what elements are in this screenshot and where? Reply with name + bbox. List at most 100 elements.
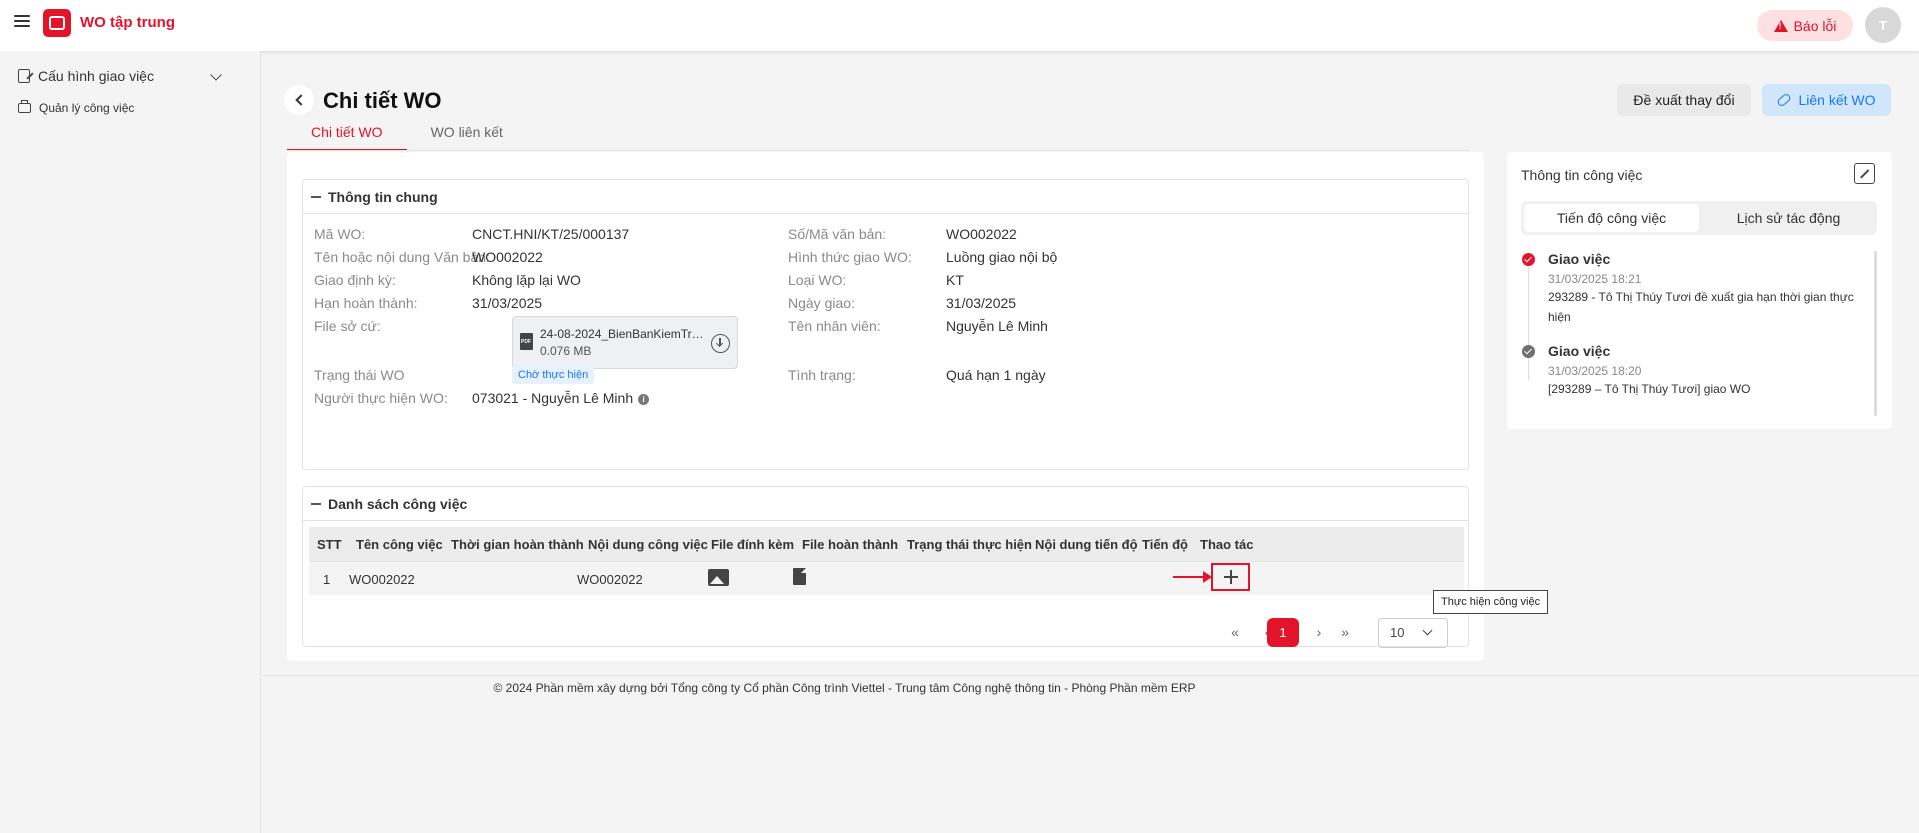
- execute-task-button[interactable]: [1211, 563, 1250, 591]
- page-title: Chi tiết WO: [323, 88, 442, 113]
- column-header: File đính kèm: [711, 537, 795, 552]
- general-info-panel: Thông tin chung Mã WO: CNCT.HNI/KT/25/00…: [302, 179, 1469, 470]
- field-value: 31/03/2025: [946, 295, 1017, 311]
- field-label: Người thực hiện WO:: [314, 390, 448, 406]
- timeline-event-time: 31/03/2025 18:20: [1548, 364, 1642, 378]
- info-icon[interactable]: i: [638, 393, 650, 405]
- page-size-value: 10: [1390, 625, 1405, 640]
- tab-history[interactable]: Lịch sử tác động: [1701, 204, 1876, 232]
- sidebar-item-task-management[interactable]: Quản lý công việc: [18, 100, 135, 115]
- file-name: 24-08-2024_BienBanKiemTra...: [540, 327, 705, 341]
- edit-icon: [18, 69, 30, 83]
- report-error-label: Báo lỗi: [1793, 17, 1837, 34]
- general-info-header[interactable]: Thông tin chung: [303, 180, 1468, 214]
- table-row: 1 WO002022 WO002022: [309, 561, 1464, 595]
- app-title: WO tập trung: [80, 14, 175, 31]
- report-error-button[interactable]: Báo lỗi: [1757, 10, 1853, 41]
- timeline-event-time: 31/03/2025 18:21: [1548, 272, 1642, 286]
- collapse-dash-icon: [311, 195, 321, 198]
- field-label: Ngày giao:: [788, 295, 855, 311]
- hamburger-icon[interactable]: [14, 15, 30, 29]
- field-value: 31/03/2025: [472, 295, 543, 311]
- avatar[interactable]: T: [1865, 7, 1901, 43]
- image-icon[interactable]: [708, 569, 729, 586]
- sidebar-item-config[interactable]: Cấu hình giao việc: [18, 68, 228, 84]
- chevron-down-icon: [210, 69, 222, 81]
- main-card: Thông tin chung Mã WO: CNCT.HNI/KT/25/00…: [287, 152, 1484, 661]
- field-label: Tên nhân viên:: [788, 318, 881, 334]
- back-button[interactable]: [284, 85, 314, 115]
- next-page-button[interactable]: ›: [1307, 618, 1331, 646]
- footer-divider: [262, 675, 1919, 676]
- work-info-panel: Thông tin công việc Tiến độ công việc Lị…: [1507, 152, 1892, 429]
- field-value: WO002022: [946, 226, 1017, 242]
- segment-control: Tiến độ công việc Lịch sử tác động: [1521, 201, 1877, 235]
- timeline-event-desc: [293289 – Tô Thị Thúy Tươi] giao WO: [1548, 382, 1751, 396]
- tab-wo-detail[interactable]: Chi tiết WO: [287, 124, 407, 151]
- column-header: Thao tác: [1200, 537, 1254, 552]
- section-title: Danh sách công việc: [328, 495, 468, 512]
- tab-bar: Chi tiết WO WO liên kết: [287, 124, 527, 151]
- field-label: Mã WO:: [314, 226, 366, 242]
- link-wo-button[interactable]: Liên kết WO: [1762, 84, 1891, 116]
- tab-wo-linked[interactable]: WO liên kết: [407, 124, 527, 151]
- back-icon: [294, 94, 307, 106]
- link-icon: [1776, 92, 1793, 108]
- field-label: Tình trạng:: [788, 367, 856, 383]
- first-page-button[interactable]: «: [1223, 618, 1247, 646]
- logo-icon: [43, 9, 71, 37]
- attachment-file[interactable]: 24-08-2024_BienBanKiemTra... 0.076 MB: [512, 316, 738, 369]
- field-label: Số/Mã văn bản:: [788, 226, 887, 242]
- file-icon[interactable]: [793, 568, 806, 585]
- timeline-event-title: Giao việc: [1548, 343, 1611, 359]
- chevron-down-icon: [1422, 625, 1433, 636]
- pdf-icon: [520, 333, 533, 350]
- column-header: STT: [317, 537, 342, 552]
- field-value: Không lặp lại WO: [472, 272, 581, 288]
- last-page-button[interactable]: »: [1333, 618, 1357, 646]
- check-icon: [1522, 345, 1535, 358]
- timeline-line: [1528, 262, 1529, 380]
- field-label: Loại WO:: [788, 272, 847, 288]
- field-value-assignee: 073021 - Nguyễn Lê Minh i: [472, 390, 650, 406]
- footer: © 2024 Phần mềm xây dựng bởi Tổng công t…: [493, 681, 1196, 695]
- column-header: Nội dung tiến độ: [1035, 537, 1138, 552]
- annotation-arrow: [1173, 576, 1205, 578]
- cell-task-name: WO002022: [349, 572, 415, 587]
- field-value: KT: [946, 272, 964, 288]
- link-wo-label: Liên kết WO: [1798, 92, 1876, 108]
- cell-task-content: WO002022: [577, 572, 643, 587]
- field-label: Hạn hoàn thành:: [314, 295, 418, 311]
- status-badge: Chờ thực hiện: [512, 366, 595, 384]
- top-bar: WO tập trung Báo lỗi T: [0, 0, 1919, 51]
- page-size-select[interactable]: 10: [1378, 618, 1448, 648]
- sidebar: Cấu hình giao việc Quản lý công việc: [0, 51, 261, 833]
- propose-change-button[interactable]: Đề xuất thay đổi: [1617, 84, 1751, 116]
- field-label: Trạng thái WO: [314, 367, 405, 383]
- tab-progress[interactable]: Tiến độ công việc: [1524, 204, 1699, 232]
- field-label: Hình thức giao WO:: [788, 249, 912, 265]
- sidebar-item-label: Cấu hình giao việc: [38, 68, 154, 84]
- column-header: Nội dung công việc: [588, 537, 708, 552]
- tooltip: Thực hiện công việc: [1433, 590, 1549, 614]
- collapse-icon[interactable]: [1854, 163, 1875, 184]
- download-icon[interactable]: [711, 334, 730, 353]
- assignee-name: 073021 - Nguyễn Lê Minh: [472, 390, 634, 406]
- work-info-title: Thông tin công việc: [1521, 167, 1643, 183]
- field-value: Quá hạn 1 ngày: [946, 367, 1046, 383]
- warning-icon: [1773, 19, 1788, 32]
- page-number-active[interactable]: 1: [1267, 618, 1299, 647]
- scrollbar[interactable]: [1874, 251, 1877, 416]
- briefcase-icon: [18, 100, 31, 113]
- collapse-dash-icon: [311, 502, 321, 505]
- file-size: 0.076 MB: [540, 344, 592, 358]
- sidebar-item-label: Quản lý công việc: [39, 101, 135, 115]
- section-title: Thông tin chung: [328, 188, 438, 205]
- field-value: Luồng giao nội bộ: [946, 249, 1058, 265]
- task-table: STT Tên công việc Thời gian hoàn thành N…: [309, 527, 1464, 595]
- column-header: Tiến độ: [1142, 537, 1188, 552]
- check-icon: [1522, 253, 1535, 266]
- pagination: « ‹ 1 › » 10: [303, 617, 1470, 648]
- field-value: CNCT.HNI/KT/25/000137: [472, 226, 630, 242]
- task-list-header[interactable]: Danh sách công việc: [303, 487, 1468, 521]
